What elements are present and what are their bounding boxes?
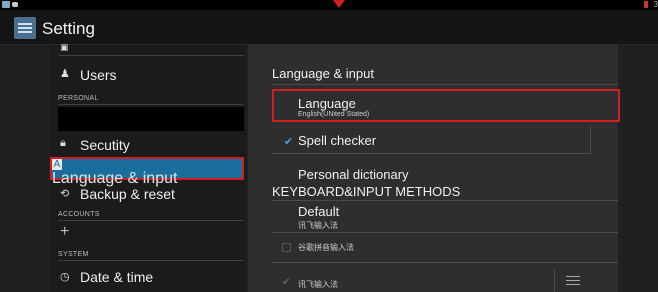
app-icon: ▣ xyxy=(60,42,69,52)
keyboard-icon: A xyxy=(52,159,62,170)
ime-settings-icon[interactable] xyxy=(566,274,582,286)
section-header-personal: PERSONAL xyxy=(58,95,99,102)
notification-icon xyxy=(2,1,10,8)
user-icon: ♟ xyxy=(60,68,70,80)
battery-icon xyxy=(644,1,648,8)
personal-dictionary-item[interactable]: Personal dictionary xyxy=(298,167,409,182)
sidebar-item-users[interactable]: ♟ Users xyxy=(50,63,246,85)
sidebar-item-label: Date & time xyxy=(80,269,154,285)
sidebar-item-security[interactable]: 🔒︎ Secutity xyxy=(50,133,246,155)
ime-xunfei-checkbox[interactable]: ✔ xyxy=(282,277,290,288)
language-setting[interactable]: Language English(UNited Stated) xyxy=(272,89,620,122)
default-ime-value: 讯飞输入法 xyxy=(298,221,338,230)
annotation-arrow-icon xyxy=(333,0,345,8)
settings-sidebar: ▣ ♟ Users PERSONAL 🔒︎ Secutity A Languag… xyxy=(50,42,246,292)
clock-icon: ◷ xyxy=(60,271,70,283)
keyboard-section-header: KEYBOARD&INPUT METHODS xyxy=(272,184,461,199)
item-divider xyxy=(554,269,555,291)
status-time: 3 xyxy=(653,0,658,9)
ime-google-checkbox[interactable] xyxy=(282,243,291,252)
sidebar-item-partial[interactable]: ▣ xyxy=(50,42,246,53)
language-label: Language xyxy=(298,96,356,111)
ime-google-label: 谷歌拼音输入法 xyxy=(298,243,354,252)
default-ime-item[interactable]: Default xyxy=(298,204,339,219)
action-bar: Setting xyxy=(0,10,658,45)
backup-icon: ⟲ xyxy=(60,188,70,200)
lock-icon: 🔒︎ xyxy=(60,137,66,149)
panel-title: Language & input xyxy=(272,66,374,81)
sidebar-item-label: Backup & reset xyxy=(80,186,175,202)
sidebar-item-language-input[interactable]: A Language & input xyxy=(50,157,244,187)
status-bar: 3 xyxy=(0,0,658,10)
sidebar-item-label: Secutity xyxy=(80,137,130,153)
add-icon: + xyxy=(60,223,70,240)
item-divider xyxy=(590,125,591,153)
add-account-button[interactable]: + xyxy=(50,223,246,243)
language-input-panel: Language & input Language English(UNited… xyxy=(248,45,620,292)
spell-checker-item[interactable]: Spell checker xyxy=(298,133,376,148)
chat-icon xyxy=(12,2,18,7)
sidebar-item-label: Users xyxy=(80,67,117,83)
settings-content: ▣ ♟ Users PERSONAL 🔒︎ Secutity A Languag… xyxy=(0,42,658,292)
blank-item xyxy=(58,107,244,131)
check-icon: ✔ xyxy=(284,136,294,148)
language-value: English(UNited Stated) xyxy=(298,111,370,118)
sidebar-item-date-time[interactable]: ◷ Date & time xyxy=(50,267,246,289)
section-header-system: SYSTEM xyxy=(58,251,89,258)
page-title: Setting xyxy=(42,19,95,38)
ime-xunfei-label: 讯飞输入法 xyxy=(298,280,338,289)
settings-app-icon[interactable] xyxy=(14,17,36,39)
sidebar-item-backup-reset[interactable]: ⟲ Backup & reset xyxy=(50,183,246,205)
section-header-accounts: ACCOUNTS xyxy=(58,211,100,218)
